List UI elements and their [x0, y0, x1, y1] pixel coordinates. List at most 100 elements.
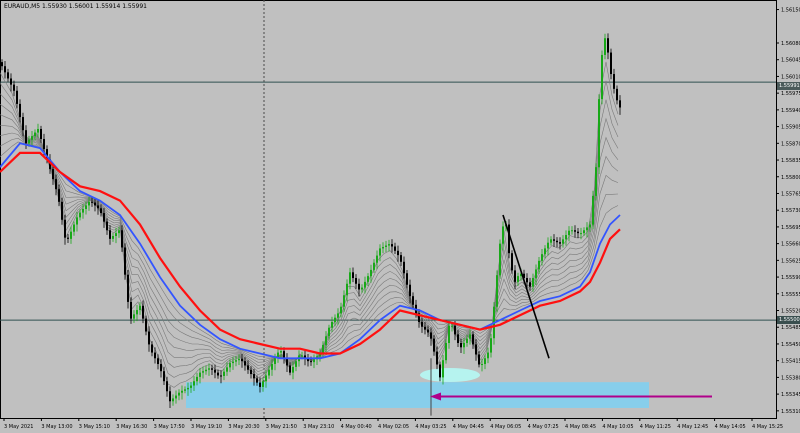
y-axis-tick-label: 1.55660	[781, 242, 800, 248]
oval-highlight	[420, 368, 480, 383]
candlestick-body	[157, 358, 159, 365]
candlestick-body	[457, 334, 459, 343]
candlestick-body	[199, 372, 201, 377]
candlestick-body	[364, 281, 366, 288]
candlestick-body	[169, 391, 171, 402]
candlestick-body	[178, 392, 180, 396]
y-axis-tick-label: 1.55625	[781, 258, 800, 264]
candlestick-body	[595, 167, 597, 196]
moving-average-fan-line	[0, 80, 619, 379]
candlestick-body	[82, 209, 84, 213]
candlestick-body	[403, 261, 405, 274]
candlestick-body	[529, 282, 531, 287]
candlestick-body	[445, 342, 447, 361]
candlestick-body	[601, 54, 603, 100]
candlestick-body	[526, 278, 528, 283]
candlestick-body	[217, 372, 219, 376]
x-axis-tick-label: 4 May 15:25	[752, 424, 783, 430]
candlestick-body	[442, 360, 444, 378]
candlestick-body	[421, 321, 423, 327]
candlestick-body	[112, 235, 114, 239]
candlestick-body	[610, 52, 612, 75]
candlestick-body	[352, 272, 354, 279]
candlestick-body	[250, 369, 252, 375]
x-axis-tick-label: 4 May 10:05	[602, 424, 633, 430]
x-axis-tick-label: 4 May 03:25	[415, 424, 446, 430]
candlestick-body	[541, 254, 543, 261]
candlestick-body	[76, 217, 78, 225]
moving-average-fan-line	[0, 114, 619, 369]
candlestick-body	[265, 375, 267, 382]
candlestick-body	[508, 224, 510, 254]
candlestick-body	[619, 100, 621, 108]
candlestick-body	[532, 278, 534, 287]
candlestick-body	[52, 169, 54, 180]
moving-average-fan-line	[0, 124, 619, 366]
candlestick-body	[325, 336, 327, 345]
candlestick-body	[430, 332, 432, 339]
candlestick-body	[271, 364, 273, 370]
candlestick-body	[427, 329, 429, 333]
x-axis-tick-label: 3 May 13:00	[41, 424, 72, 430]
candlestick-body	[574, 230, 576, 232]
candlestick-body	[565, 235, 567, 240]
candlestick-body	[220, 375, 222, 377]
candlestick-body	[496, 275, 498, 307]
candlestick-body	[121, 230, 123, 248]
candlestick-body	[547, 242, 549, 249]
candlestick-body	[13, 84, 15, 91]
candlestick-body	[337, 313, 339, 318]
candlestick-body	[388, 244, 390, 246]
candlestick-body	[79, 212, 81, 218]
candlestick-body	[484, 358, 486, 365]
candlestick-body	[124, 247, 126, 275]
candlestick-body	[313, 359, 315, 363]
candlestick-body	[331, 321, 333, 328]
moving-average-fan-line	[0, 132, 619, 363]
candlestick-body	[163, 371, 165, 382]
candlestick-body	[553, 239, 555, 241]
candlestick-body	[436, 351, 438, 365]
candlestick-body	[469, 334, 471, 339]
candlestick-body	[67, 237, 69, 239]
candlestick-body	[517, 276, 519, 282]
candlestick-body	[289, 365, 291, 373]
candlestick-body	[406, 273, 408, 285]
y-axis-tick-label: 1.55975	[781, 91, 800, 97]
candlestick-body	[253, 374, 255, 379]
candlestick-body	[385, 245, 387, 247]
y-axis-tick-label: 1.55485	[781, 325, 800, 331]
y-axis-tick-label: 1.55380	[781, 375, 800, 381]
candlestick-body	[190, 385, 192, 388]
candlestick-body	[580, 233, 582, 235]
candlestick-body	[349, 272, 351, 284]
y-axis-tick-label: 1.56150	[781, 8, 800, 14]
candlestick-body	[247, 365, 249, 370]
candlestick-body	[538, 260, 540, 270]
candlestick-body	[244, 361, 246, 366]
candlestick-body	[607, 38, 609, 53]
x-axis-tick-label: 4 May 11:25	[640, 424, 671, 430]
candlestick-body	[184, 389, 186, 391]
x-axis-tick-label: 3 May 21:50	[266, 424, 297, 430]
candlestick-body	[166, 381, 168, 392]
x-axis-tick-label: 4 May 02:05	[378, 424, 409, 430]
price-chart[interactable]: 1.561501.560801.560451.560101.559751.559…	[0, 0, 800, 433]
candlestick-body	[91, 201, 93, 203]
candlestick-body	[262, 381, 264, 387]
y-axis-tick-label: 1.55905	[781, 125, 800, 131]
x-axis-tick-label: 3 May 2021	[4, 424, 33, 430]
candlestick-body	[196, 376, 198, 382]
candlestick-body	[127, 274, 129, 302]
y-axis-tick-label: 1.55870	[781, 141, 800, 147]
candlestick-body	[268, 369, 270, 376]
chart-window[interactable]: 1.56150 1.56080 1.56045 1.56010 1.55975 1.559…	[0, 0, 800, 433]
price-tag: 1.55500	[777, 316, 800, 325]
candlestick-body	[562, 239, 564, 244]
candlestick-body	[577, 231, 579, 234]
candlestick-body	[88, 201, 90, 206]
y-axis-tick-label: 1.55345	[781, 392, 800, 398]
candlestick-body	[208, 368, 210, 370]
candlestick-body	[292, 366, 294, 373]
moving-average-fan-line	[0, 141, 619, 360]
